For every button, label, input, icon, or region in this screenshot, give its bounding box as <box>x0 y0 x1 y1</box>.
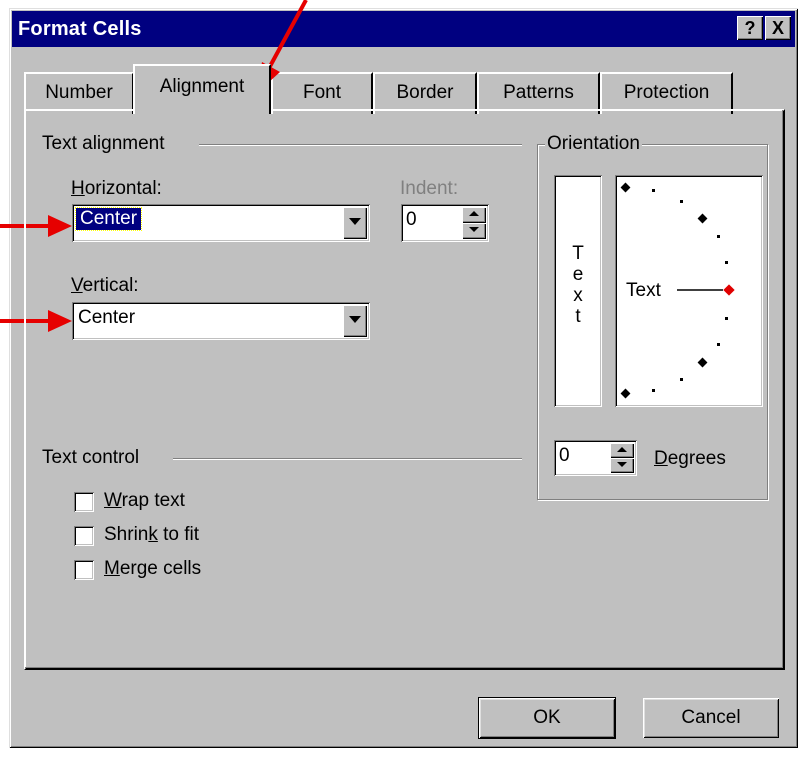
wrap-text-label[interactable]: Wrap text <box>104 490 185 512</box>
dial-active-marker[interactable] <box>723 284 735 296</box>
indent-up-arrow-icon[interactable] <box>462 207 486 223</box>
merge-cells-label[interactable]: Merge cells <box>104 558 201 580</box>
window-title: Format Cells <box>18 18 142 40</box>
vertical-dropdown-button[interactable] <box>343 305 367 337</box>
indent-spin-buttons[interactable] <box>462 207 486 239</box>
indent-value: 0 <box>406 209 417 230</box>
degrees-spin-buttons[interactable] <box>610 443 634 473</box>
degrees-down-arrow-icon[interactable] <box>610 458 634 473</box>
dial-text-label: Text <box>626 280 661 301</box>
text-control-group-label: Text control <box>42 447 140 468</box>
degrees-spinner[interactable]: 0 <box>554 440 637 476</box>
indent-down-arrow-icon[interactable] <box>462 223 486 239</box>
ok-button[interactable]: OK <box>478 697 616 739</box>
horizontal-combo[interactable]: Center <box>72 204 370 242</box>
text-alignment-group-label: Text alignment <box>42 133 165 154</box>
vertical-label: Vertical: <box>71 275 139 296</box>
indent-spinner[interactable]: 0 <box>401 204 489 242</box>
tab-font[interactable]: Font <box>271 72 373 114</box>
tab-protection[interactable]: Protection <box>600 72 733 114</box>
vertical-text-orientation-box[interactable]: T e x t <box>554 175 602 407</box>
horizontal-dropdown-button[interactable] <box>343 207 367 239</box>
title-bar[interactable]: Format Cells ? X <box>12 11 795 47</box>
vertical-value: Center <box>78 307 136 328</box>
merge-cells-checkbox[interactable] <box>74 560 94 580</box>
orientation-group-label: Orientation <box>545 133 642 155</box>
horizontal-label: Horizontal: <box>71 178 162 199</box>
tab-patterns[interactable]: Patterns <box>477 72 600 114</box>
help-button[interactable]: ? <box>737 16 763 40</box>
orientation-dial[interactable]: Text <box>615 175 763 407</box>
cancel-button[interactable]: Cancel <box>643 698 779 738</box>
shrink-to-fit-label[interactable]: Shrink to fit <box>104 524 199 546</box>
text-control-divider <box>173 458 522 460</box>
shrink-to-fit-checkbox[interactable] <box>74 526 94 546</box>
close-button[interactable]: X <box>765 16 791 40</box>
degrees-up-arrow-icon[interactable] <box>610 443 634 458</box>
text-alignment-divider <box>199 144 522 146</box>
tab-number[interactable]: Number <box>24 72 134 114</box>
degrees-value: 0 <box>559 445 570 466</box>
alignment-tab-panel: Text alignment Horizontal: Center Indent… <box>24 109 785 670</box>
format-cells-dialog: Format Cells ? X Number Alignment Font B… <box>9 8 798 748</box>
horizontal-value: Center <box>74 207 143 231</box>
wrap-text-checkbox[interactable] <box>74 492 94 512</box>
indent-label: Indent: <box>400 178 459 199</box>
tab-border[interactable]: Border <box>373 72 477 114</box>
vertical-text-sample: T e x t <box>572 243 584 327</box>
vertical-combo[interactable]: Center <box>72 302 370 340</box>
degrees-label: Degrees <box>654 448 726 469</box>
tab-alignment[interactable]: Alignment <box>133 64 271 114</box>
